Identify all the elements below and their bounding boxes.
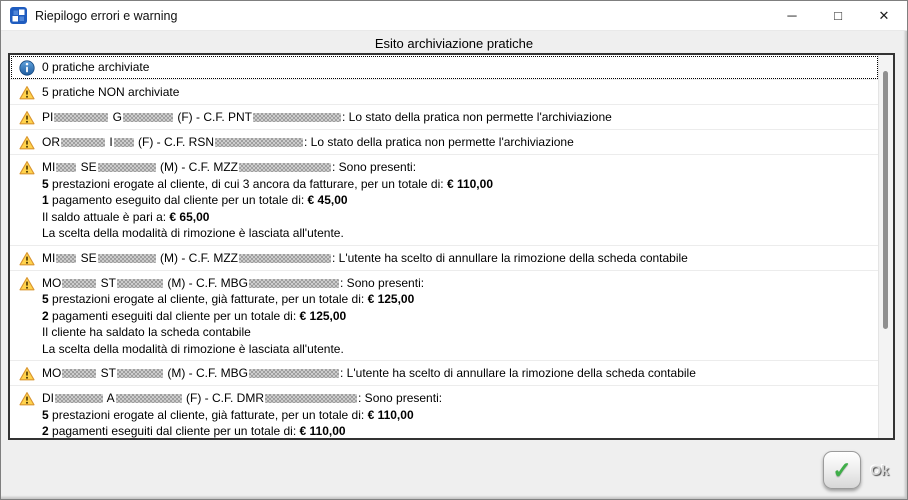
- list-item-text: OR I (F) - C.F. RSN: Lo stato della prat…: [42, 134, 574, 151]
- ok-button-label: Ok: [870, 462, 889, 478]
- redacted-text: [54, 113, 108, 122]
- list-item[interactable]: MO ST (M) - C.F. MBG: Sono presenti:5 pr…: [10, 271, 879, 362]
- redacted-text: [239, 254, 331, 263]
- maximize-button[interactable]: □: [815, 1, 861, 30]
- list-item[interactable]: 5 pratiche NON archiviate: [10, 80, 879, 105]
- result-list: 0 pratiche archiviate 5 pratiche NON arch…: [8, 53, 895, 440]
- list-item[interactable]: MO ST (M) - C.F. MBG: L'utente ha scelto…: [10, 361, 879, 386]
- list-item[interactable]: DI A (F) - C.F. DMR: Sono presenti:5 pre…: [10, 386, 879, 438]
- app-icon: [10, 7, 27, 24]
- redacted-text: [56, 163, 76, 172]
- redacted-text: [249, 279, 339, 288]
- list-item-text: MI SE (M) - C.F. MZZ: L'utente ha scelto…: [42, 250, 688, 267]
- list-item-text: MO ST (M) - C.F. MBG: Sono presenti:5 pr…: [42, 275, 424, 358]
- redacted-text: [123, 113, 173, 122]
- warning-icon: [19, 160, 35, 176]
- ok-button[interactable]: ✓: [823, 451, 861, 489]
- redacted-text: [56, 254, 76, 263]
- redacted-text: [116, 394, 182, 403]
- check-icon: ✓: [832, 459, 851, 482]
- dialog-window: Riepilogo errori e warning ─ □ ✕ Esito a…: [0, 0, 908, 500]
- list-item[interactable]: MI SE (M) - C.F. MZZ: L'utente ha scelto…: [10, 246, 879, 271]
- redacted-text: [117, 369, 163, 378]
- list-item-text: 0 pratiche archiviate: [42, 59, 149, 76]
- redacted-text: [249, 369, 339, 378]
- warning-icon: [19, 110, 35, 126]
- list-item[interactable]: 0 pratiche archiviate: [10, 55, 879, 80]
- list-item-text: DI A (F) - C.F. DMR: Sono presenti:5 pre…: [42, 390, 442, 438]
- list-item-text: MO ST (M) - C.F. MBG: L'utente ha scelto…: [42, 365, 696, 382]
- redacted-text: [98, 163, 156, 172]
- list-item-text: PI G (F) - C.F. PNT: Lo stato della prat…: [42, 109, 612, 126]
- scrollbar-thumb[interactable]: [883, 71, 888, 329]
- redacted-text: [62, 369, 96, 378]
- info-icon: [19, 60, 35, 76]
- warning-icon: [19, 366, 35, 382]
- redacted-text: [253, 113, 341, 122]
- list-rows: 0 pratiche archiviate 5 pratiche NON arch…: [10, 55, 879, 438]
- redacted-text: [61, 138, 105, 147]
- warning-icon: [19, 85, 35, 101]
- window-title: Riepilogo errori e warning: [35, 9, 177, 23]
- redacted-text: [98, 254, 156, 263]
- redacted-text: [114, 138, 134, 147]
- titlebar: Riepilogo errori e warning ─ □ ✕: [1, 1, 907, 31]
- warning-icon: [19, 276, 35, 292]
- redacted-text: [239, 163, 331, 172]
- list-item[interactable]: OR I (F) - C.F. RSN: Lo stato della prat…: [10, 130, 879, 155]
- warning-icon: [19, 251, 35, 267]
- redacted-text: [215, 138, 303, 147]
- warning-icon: [19, 391, 35, 407]
- close-button[interactable]: ✕: [861, 1, 907, 30]
- redacted-text: [62, 279, 96, 288]
- window-controls: ─ □ ✕: [769, 1, 907, 30]
- list-item[interactable]: MI SE (M) - C.F. MZZ: Sono presenti:5 pr…: [10, 155, 879, 246]
- list-item-text: 5 pratiche NON archiviate: [42, 84, 179, 101]
- scrollbar-track[interactable]: [878, 55, 893, 438]
- page-title: Esito archiviazione pratiche: [1, 31, 907, 55]
- list-item-text: MI SE (M) - C.F. MZZ: Sono presenti:5 pr…: [42, 159, 493, 242]
- redacted-text: [117, 279, 163, 288]
- list-item[interactable]: PI G (F) - C.F. PNT: Lo stato della prat…: [10, 105, 879, 130]
- redacted-text: [55, 394, 103, 403]
- redacted-text: [265, 394, 357, 403]
- minimize-button[interactable]: ─: [769, 1, 815, 30]
- warning-icon: [19, 135, 35, 151]
